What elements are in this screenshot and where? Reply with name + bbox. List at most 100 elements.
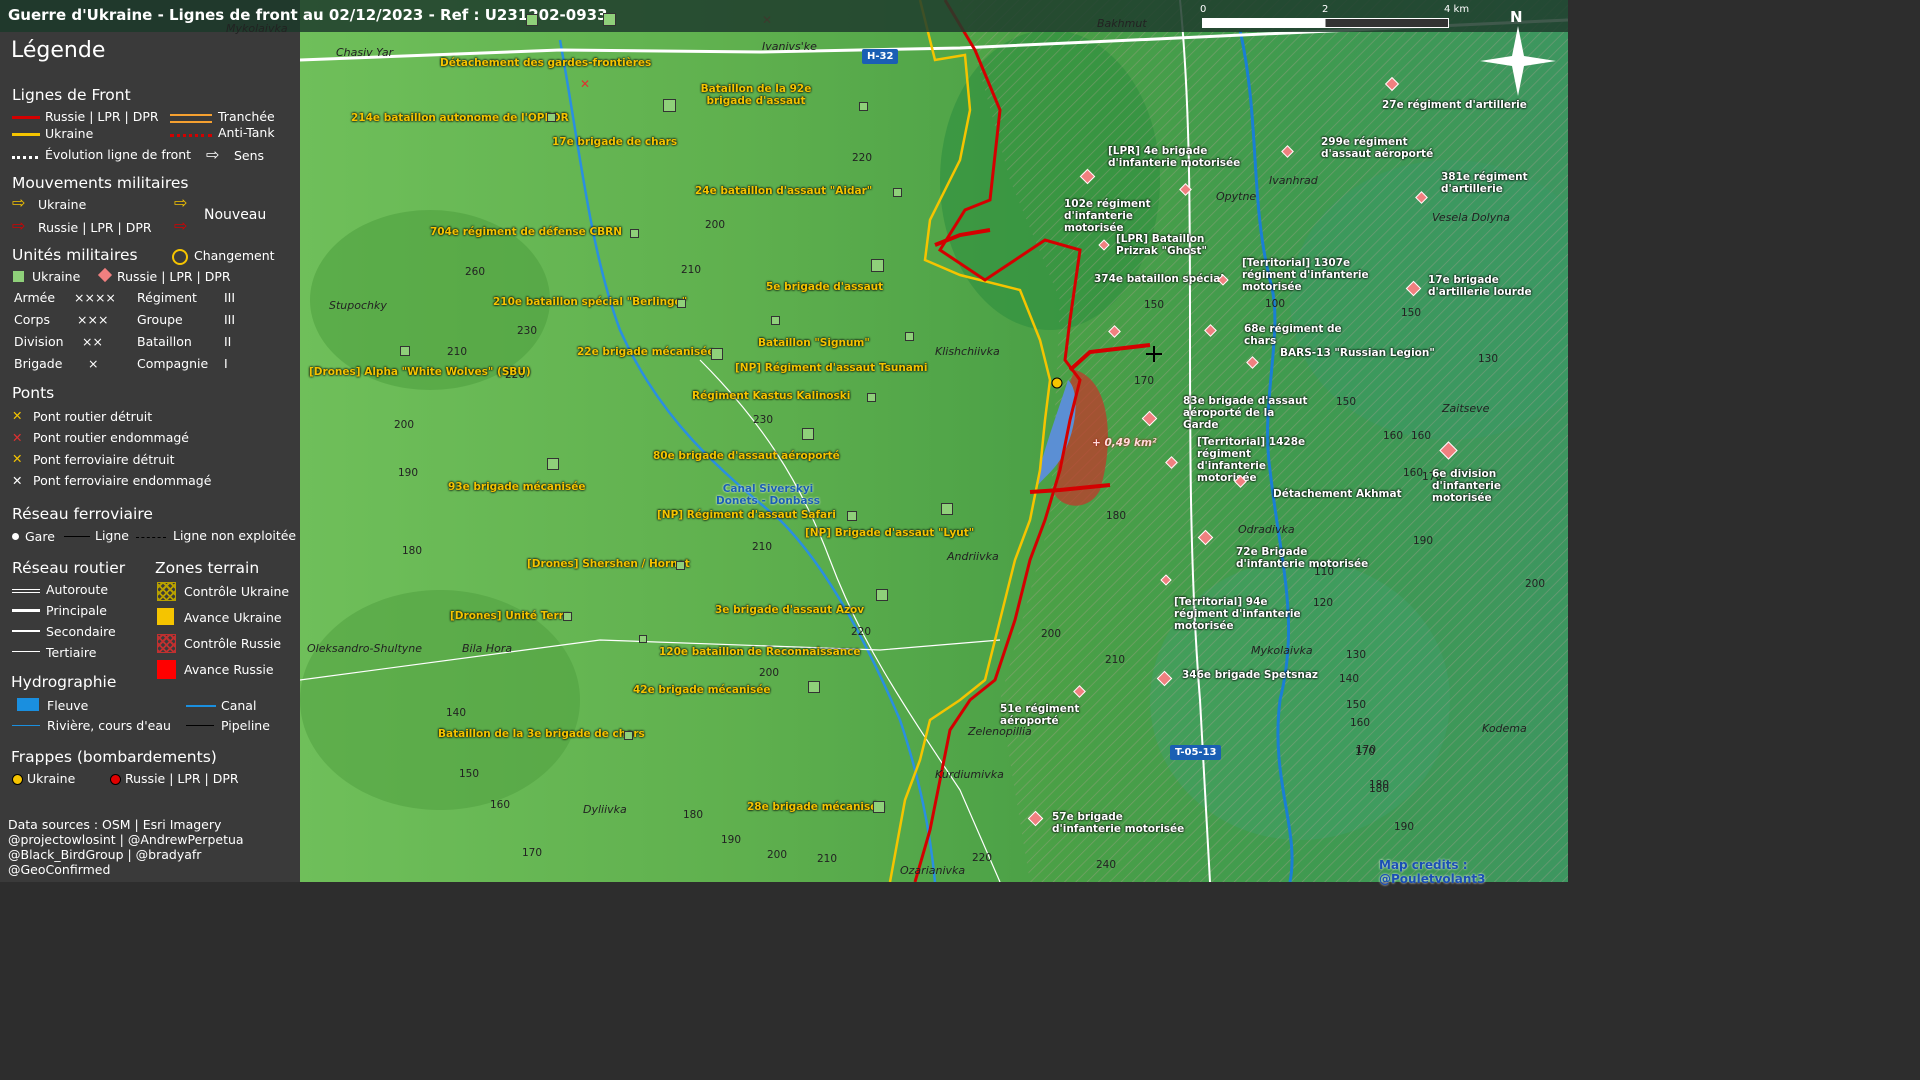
ukraine-unit-label[interactable]: [Drones] Shershen / Hornet [527,558,690,570]
ukraine-unit-marker[interactable] [603,13,616,26]
river-swatch [17,698,39,711]
ukraine-unit-label[interactable]: Bataillon de la 92e brigade d'assaut [686,83,826,107]
ukraine-unit-marker[interactable] [847,511,857,521]
ukraine-unit-marker[interactable] [547,458,559,470]
russia-unit-label[interactable]: BARS-13 "Russian Legion" [1280,347,1440,359]
ukraine-unit-marker[interactable] [624,731,633,740]
ukraine-unit-marker[interactable] [400,346,410,356]
place-label: Opytne [1216,190,1257,203]
elevation-label: 210 [681,264,702,276]
map-canvas[interactable]: ✕ ✕ [299,0,1610,883]
hydro-heading: Hydrographie [11,673,117,691]
ukraine-unit-marker[interactable] [630,229,639,238]
elevation-label: 200 [767,849,788,861]
ukraine-unit-label[interactable]: 93e brigade mécanisée [448,481,586,493]
ukraine-unit-marker[interactable] [771,316,780,325]
zone-label: Avance Russie [184,662,274,677]
ukraine-unit-label[interactable]: [Drones] Unité Terra [450,610,571,622]
trench-swatch [170,114,212,123]
ukraine-unit-label[interactable]: 17e brigade de chars [552,136,677,148]
ukraine-unit-marker[interactable] [802,428,814,440]
change-circle-icon [172,249,188,265]
elevation-label: 180 [1369,783,1390,795]
ukraine-unit-marker[interactable] [941,503,953,515]
ukraine-unit-marker[interactable] [547,113,556,122]
ukraine-unit-label[interactable]: 42e brigade mécanisée [633,684,771,696]
map-title: Guerre d'Ukraine - Lignes de front au 02… [8,6,608,24]
russia-unit-label[interactable]: 72e Brigade d'infanterie motorisée [1236,546,1376,570]
russia-unit-label[interactable]: [LPR] Bataillon Prizrak "Ghost" [1116,233,1241,257]
elevation-label: 180 [683,809,704,821]
ukraine-unit-label[interactable]: 24e bataillon d'assaut "Aidar" [695,185,872,197]
elevation-label: 150 [1346,699,1367,711]
ukraine-strike-marker [1051,377,1063,389]
ukraine-unit-marker[interactable] [905,332,914,341]
ukraine-unit-label[interactable]: 214e bataillon autonome de l'OPFOR [351,112,569,124]
ukraine-unit-label[interactable]: Bataillon de la 3e brigade de chars [438,728,645,740]
ukraine-unit-label[interactable]: 210e bataillon spécial "Berlingo" [493,296,687,308]
russia-unit-label[interactable]: 51e régiment aéroporté [1000,703,1140,727]
ukraine-unit-marker[interactable] [871,259,884,272]
echelon-regiment-symbol: III [224,290,236,305]
russia-unit-label[interactable]: 381e régiment d'artillerie [1441,171,1541,195]
russia-unit-label[interactable]: [Territorial] 1307e régiment d'infanteri… [1242,257,1372,293]
ukraine-unit-marker[interactable] [639,635,647,643]
ukraine-unit-label[interactable]: 704e régiment de défense CBRN [430,226,622,238]
ukraine-unit-label[interactable]: [NP] Brigade d'assaut "Lyut" [805,527,974,539]
russia-unit-label[interactable]: 299e régiment d'assaut aéroporté [1321,136,1446,160]
echelon-group-symbol: III [224,312,236,327]
strikes-heading: Frappes (bombardements) [11,748,217,766]
zone-label: Contrôle Ukraine [184,584,290,599]
ukraine-unit-marker[interactable] [859,102,868,111]
ukraine-unit-label[interactable]: [Drones] Alpha "White Wolves" (SBU) [309,366,531,378]
russia-unit-label[interactable]: 27e régiment d'artillerie [1382,99,1532,111]
ukraine-unit-label[interactable]: Bataillon "Signum" [758,337,870,349]
ukraine-unit-label[interactable]: Détachement des gardes-frontières [440,57,651,69]
elevation-label: 210 [752,541,773,553]
ukraine-unit-label[interactable]: 80e brigade d'assaut aéroporté [653,450,840,462]
ukraine-unit-label[interactable]: Régiment Kastus Kalinoski [692,390,850,402]
ukraine-unit-marker[interactable] [663,99,676,112]
russia-unit-label[interactable]: 346e brigade Spetsnaz [1182,669,1322,681]
ukraine-unit-label[interactable]: 5e brigade d'assaut [766,281,883,293]
ukraine-unit-marker[interactable] [867,393,876,402]
russia-unit-label[interactable]: 374e bataillon spécial [1094,273,1224,285]
russia-unit-label[interactable]: [Territorial] 94e régiment d'infanterie … [1174,596,1304,632]
russia-unit-label[interactable]: 102e régiment d'infanterie motorisée [1064,198,1194,234]
place-label: Zaitseve [1442,402,1490,415]
russia-unit-label[interactable]: 83e brigade d'assaut aéroporté de la Gar… [1183,395,1313,431]
hydro-pipeline-label: Pipeline [221,718,270,733]
ukraine-unit-label[interactable]: [NP] Régiment d'assaut Tsunami [735,362,927,374]
ukraine-unit-marker[interactable] [893,188,902,197]
ukraine-unit-marker[interactable] [677,299,686,308]
russia-unit-label[interactable]: 17e brigade d'artillerie lourde [1428,274,1558,298]
russia-unit-label[interactable]: [Territorial] 1428e régiment d'infanteri… [1197,436,1322,484]
ukraine-unit-marker[interactable] [676,561,685,570]
elevation-label: 200 [759,667,780,679]
ukraine-unit-label[interactable]: 28e brigade mécanisée [747,801,885,813]
place-label: Kodema [1482,722,1527,735]
russia-unit-label[interactable]: 68e régiment de chars [1244,323,1374,347]
ukraine-unit-marker[interactable] [526,14,538,26]
scale-bar [1202,18,1449,28]
russia-unit-label[interactable]: [LPR] 4e brigade d'infanterie motorisée [1108,145,1243,169]
place-label: Ivanivs'ke [762,40,817,53]
ukraine-unit-marker[interactable] [808,681,820,693]
place-label: Ivanhrad [1269,174,1318,187]
elevation-label: 140 [1339,673,1360,685]
russia-unit-label[interactable]: 57e brigade d'infanterie motorisée [1052,811,1192,835]
echelon-division-symbol: ×× [82,334,103,349]
ukraine-unit-marker[interactable] [873,801,885,813]
ukraine-unit-label[interactable]: 3e brigade d'assaut Azov [715,604,864,616]
russia-unit-label[interactable]: 6e division d'infanterie motorisée [1432,468,1562,504]
ukraine-unit-label[interactable]: 120e bataillon de Reconnaissance [659,646,861,658]
place-label: Mykolaivka [226,22,288,35]
bridge-label: Pont routier détruit [33,409,153,424]
russia-unit-label[interactable]: Détachement Akhmat [1273,488,1413,500]
ukraine-unit-label[interactable]: 22e brigade mécanisée [577,346,715,358]
elevation-label: 180 [1106,510,1127,522]
ukraine-unit-marker[interactable] [711,348,723,360]
ukraine-unit-label[interactable]: [NP] Régiment d'assaut Safari [657,509,836,521]
ukraine-unit-marker[interactable] [563,612,572,621]
ukraine-unit-marker[interactable] [876,589,888,601]
